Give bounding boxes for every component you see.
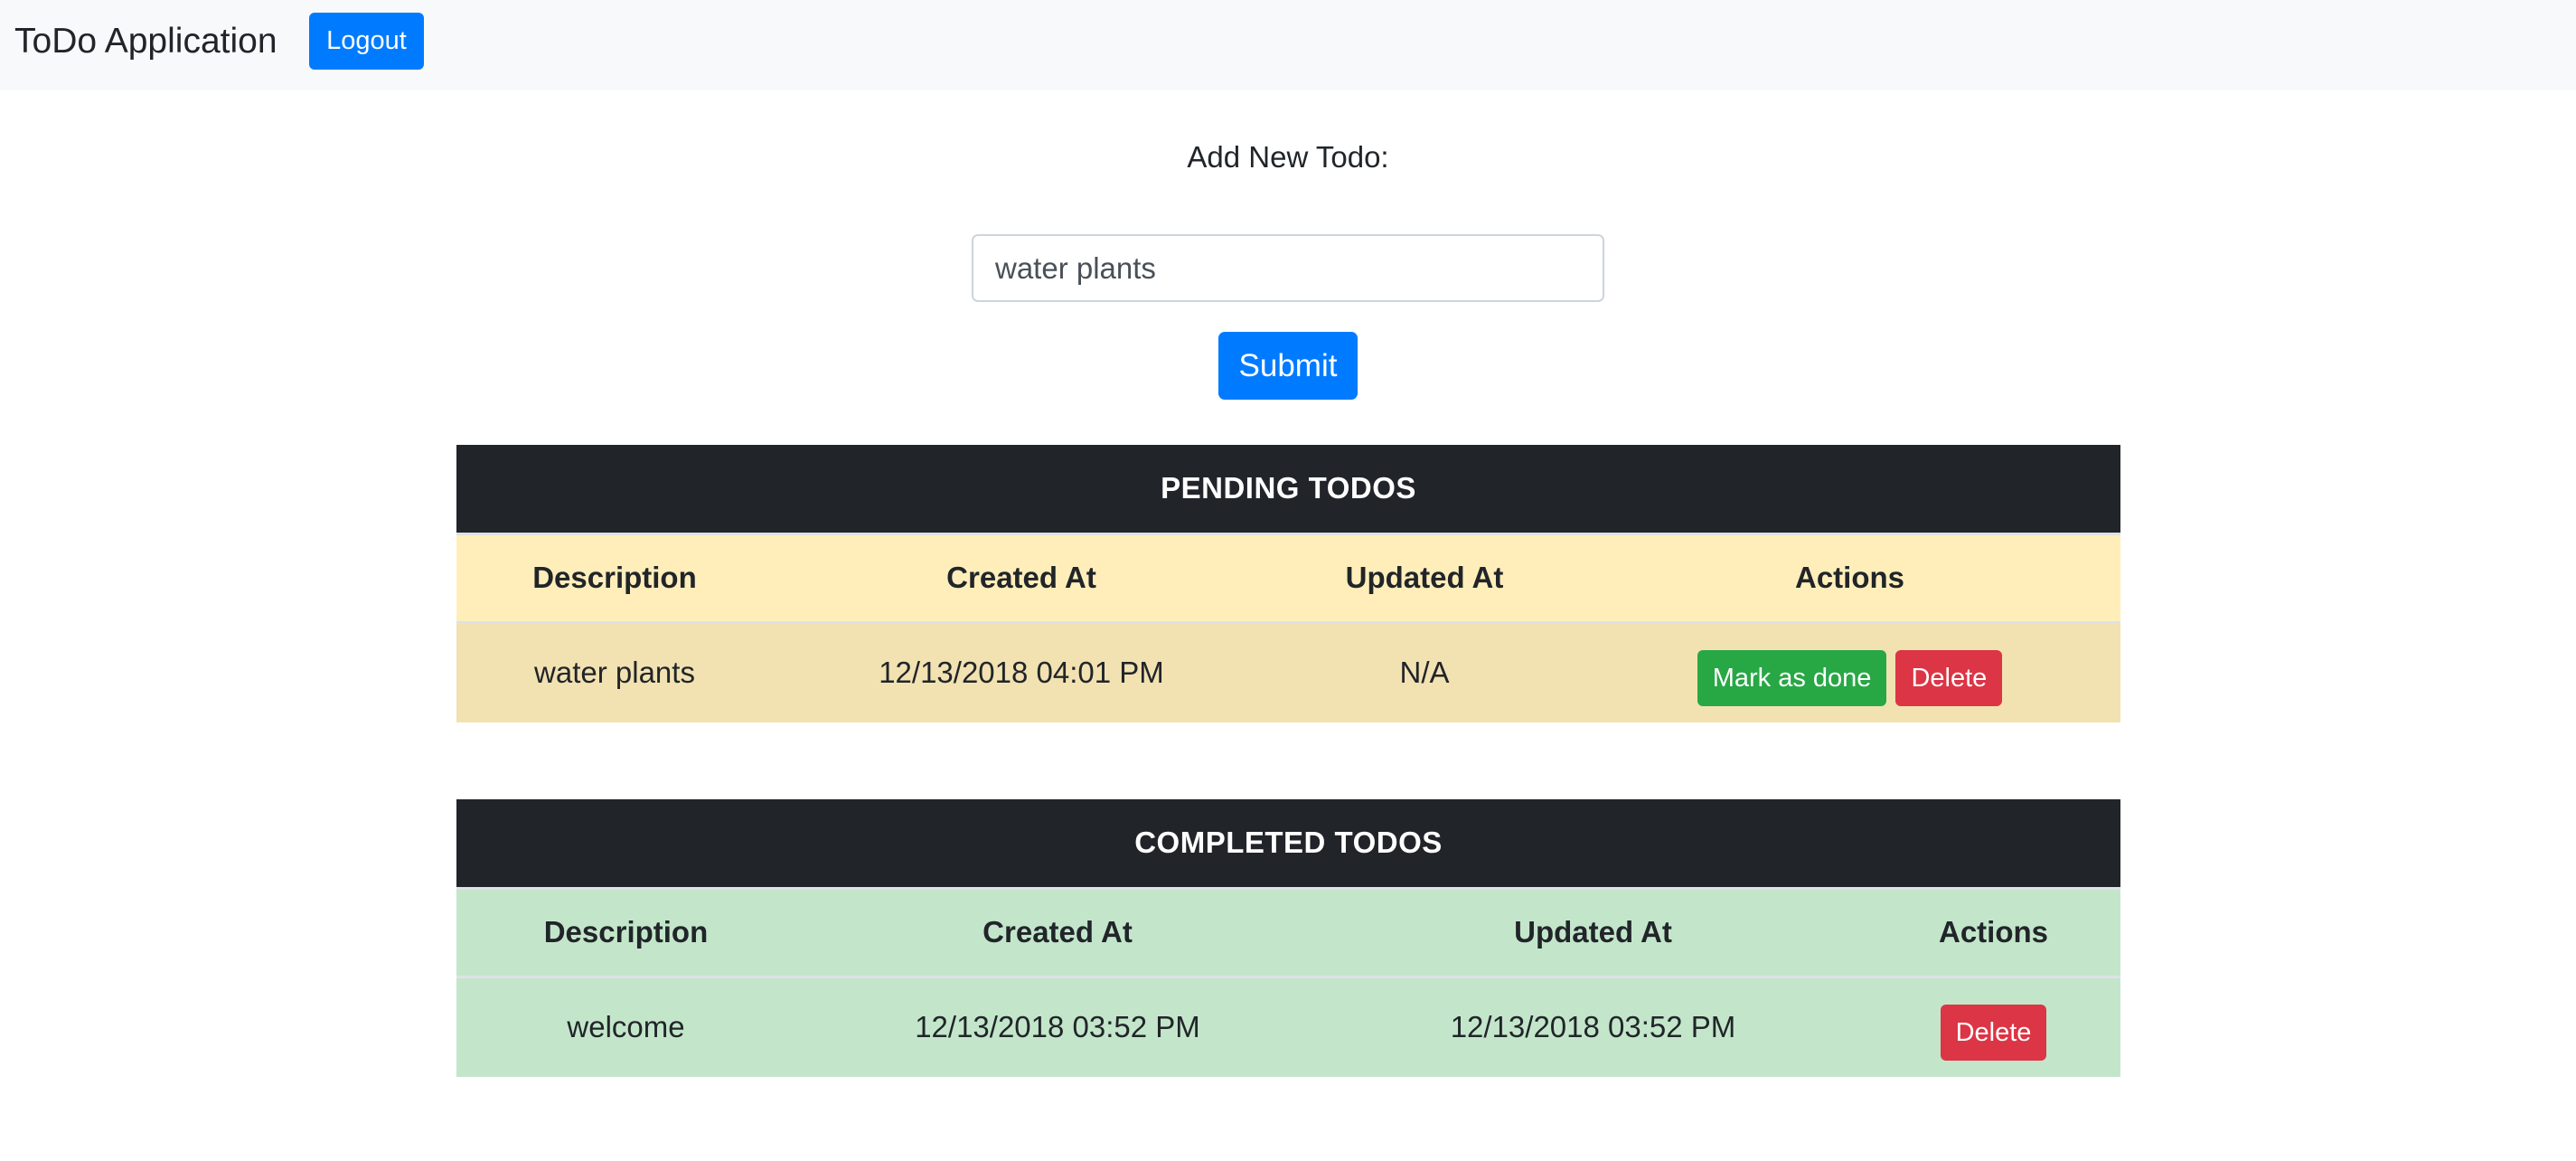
navbar: ToDo Application Logout	[0, 0, 2576, 90]
todo-input[interactable]	[972, 234, 1604, 302]
column-header-created-at: Created At	[795, 888, 1320, 978]
completed-todos-table: COMPLETED TODOS Description Created At U…	[456, 799, 2121, 1077]
pending-header-row: Description Created At Updated At Action…	[456, 533, 2121, 624]
todo-description: welcome	[456, 977, 795, 1077]
column-header-created-at: Created At	[773, 533, 1270, 624]
logout-button[interactable]: Logout	[309, 13, 424, 70]
todo-actions: Delete	[1866, 977, 2121, 1077]
column-header-description: Description	[456, 533, 773, 624]
completed-todos-title: COMPLETED TODOS	[456, 799, 2121, 890]
column-header-description: Description	[456, 888, 795, 978]
todo-updated-at: 12/13/2018 03:52 PM	[1320, 977, 1866, 1077]
table-row: water plants 12/13/2018 04:01 PM N/A Mar…	[456, 622, 2121, 722]
column-header-actions: Actions	[1579, 533, 2121, 624]
delete-button[interactable]: Delete	[1895, 650, 2003, 707]
column-header-actions: Actions	[1866, 888, 2121, 978]
submit-button[interactable]: Submit	[1218, 332, 1358, 400]
add-todo-label: Add New Todo:	[1187, 140, 1389, 174]
mark-as-done-button[interactable]: Mark as done	[1697, 650, 1887, 707]
pending-todos-table: PENDING TODOS Description Created At Upd…	[456, 445, 2121, 722]
app-title: ToDo Application	[14, 22, 277, 61]
delete-button[interactable]: Delete	[1940, 1005, 2047, 1062]
pending-todos-title: PENDING TODOS	[456, 445, 2121, 535]
todo-actions: Mark as done Delete	[1579, 622, 2121, 722]
todo-created-at: 12/13/2018 04:01 PM	[773, 622, 1270, 722]
column-header-updated-at: Updated At	[1320, 888, 1866, 978]
todo-updated-at: N/A	[1270, 622, 1579, 722]
todo-description: water plants	[456, 622, 773, 722]
table-row: welcome 12/13/2018 03:52 PM 12/13/2018 0…	[456, 977, 2121, 1077]
todo-created-at: 12/13/2018 03:52 PM	[795, 977, 1320, 1077]
column-header-updated-at: Updated At	[1270, 533, 1579, 624]
completed-header-row: Description Created At Updated At Action…	[456, 888, 2121, 978]
